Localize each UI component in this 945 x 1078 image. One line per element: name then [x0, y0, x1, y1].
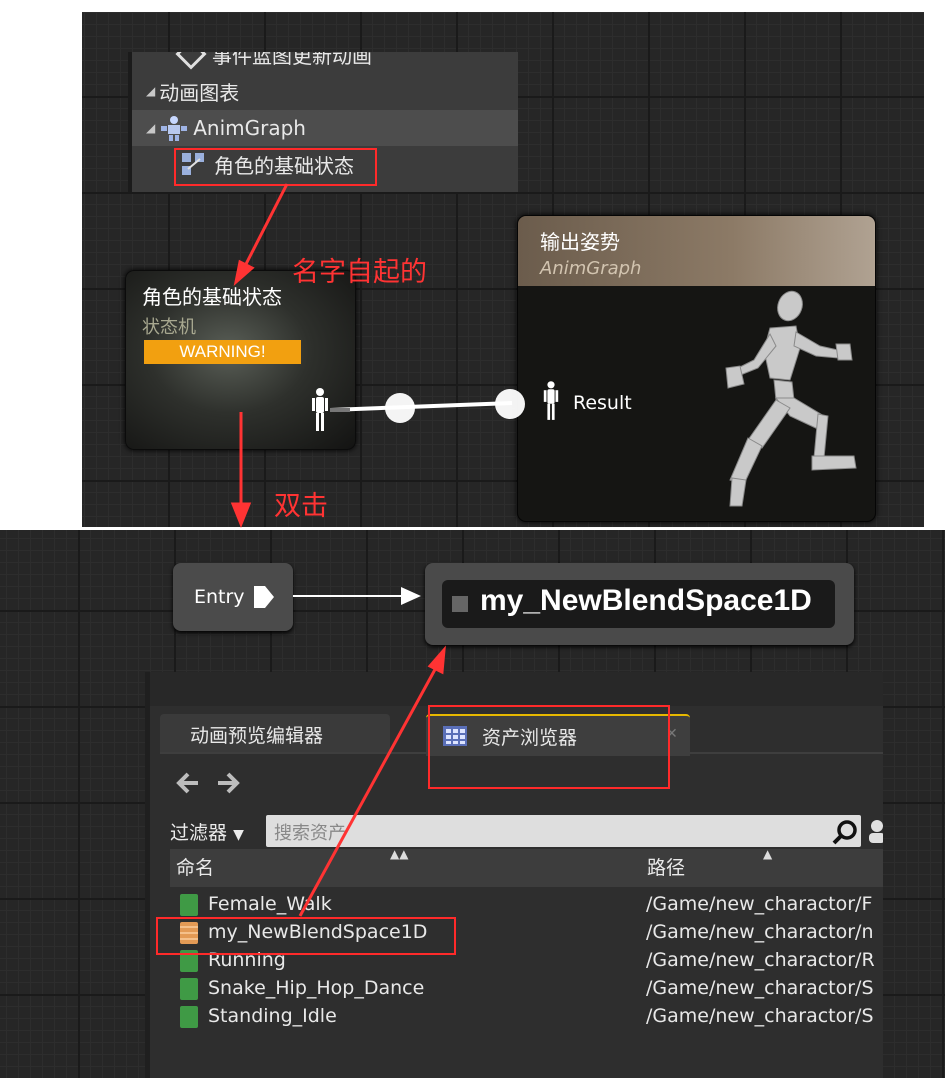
animgraph-icon: [161, 116, 188, 141]
result-pin-icon[interactable]: [542, 379, 560, 423]
table-row[interactable]: Standing_Idle /Game/new_charactor/S: [150, 1003, 883, 1031]
table-row[interactable]: Snake_Hip_Hop_Dance /Game/new_charactor/…: [150, 975, 883, 1003]
output-pose-node-header: 输出姿势 AnimGraph: [518, 216, 875, 286]
blendspace-state-label: my_NewBlendSpace1D: [480, 584, 812, 617]
state-machine-node-subtitle: 状态机: [142, 317, 196, 338]
blendspace-state-node[interactable]: my_NewBlendSpace1D: [425, 563, 854, 645]
entry-exec-pin-icon[interactable]: [253, 585, 275, 609]
sort-arrow-icon: ▲: [763, 847, 773, 861]
highlight-box-asset-tab: [428, 705, 670, 789]
tab-anim-preview-editor[interactable]: 动画预览编辑器: [160, 714, 390, 752]
pose-wire: [330, 389, 525, 423]
result-pin-label: Result: [573, 392, 632, 414]
search-icon[interactable]: [832, 819, 858, 845]
expand-arrow-icon[interactable]: ◢: [146, 84, 155, 98]
animation-sequence-icon: [180, 894, 198, 916]
state-square-icon: [452, 596, 468, 612]
sort-arrow-icon: ▲▲: [390, 847, 409, 861]
state-machine-node-title: 角色的基础状态: [142, 285, 282, 309]
dropdown-caret-icon: ▼: [233, 827, 244, 843]
output-pose-node[interactable]: 输出姿势 AnimGraph Result: [517, 215, 876, 522]
column-header-path[interactable]: 路径 ▲: [641, 847, 883, 887]
expand-arrow-icon[interactable]: ◢: [146, 121, 155, 135]
tree-item-animgraph[interactable]: ◢ AnimGraph: [132, 110, 518, 146]
tree-item-anim-graphs[interactable]: ◢ 动画图表: [132, 73, 518, 109]
filter-dropdown[interactable]: 过滤器 ▼: [170, 818, 244, 845]
back-arrow-icon[interactable]: [176, 772, 200, 794]
output-pose-title: 输出姿势: [540, 230, 620, 254]
entry-node[interactable]: Entry: [173, 563, 293, 631]
browser-top-strip: [150, 672, 883, 706]
table-row[interactable]: Female_Walk /Game/new_charactor/F: [150, 891, 883, 919]
blendspace-state-inner: my_NewBlendSpace1D: [442, 580, 835, 628]
annotation-name-note: 名字自起的: [292, 257, 427, 288]
animation-sequence-icon: [180, 978, 198, 1000]
entry-label: Entry: [194, 586, 245, 608]
output-pose-subtitle: AnimGraph: [540, 258, 642, 279]
highlight-box-blendspace-row: [156, 917, 456, 955]
user-icon[interactable]: [865, 818, 883, 846]
event-graph-icon: [175, 52, 207, 70]
pose-pin-icon[interactable]: [310, 387, 330, 433]
warning-badge: WARNING!: [144, 340, 301, 364]
tree-item-event-graph[interactable]: 事件蓝图更新动画: [132, 52, 518, 72]
annotation-double-click: 双击: [274, 491, 328, 522]
forward-arrow-icon[interactable]: [216, 772, 240, 794]
highlight-box-tree-item: [174, 148, 377, 186]
state-machine-node[interactable]: 角色的基础状态 状态机 WARNING!: [125, 270, 356, 450]
running-mannequin-icon: [725, 290, 857, 507]
search-placeholder: 搜索资产: [274, 823, 346, 844]
animation-sequence-icon: [180, 1006, 198, 1028]
transition-arrow: [293, 587, 421, 605]
column-header-name[interactable]: 命名 ▲▲: [170, 847, 645, 887]
